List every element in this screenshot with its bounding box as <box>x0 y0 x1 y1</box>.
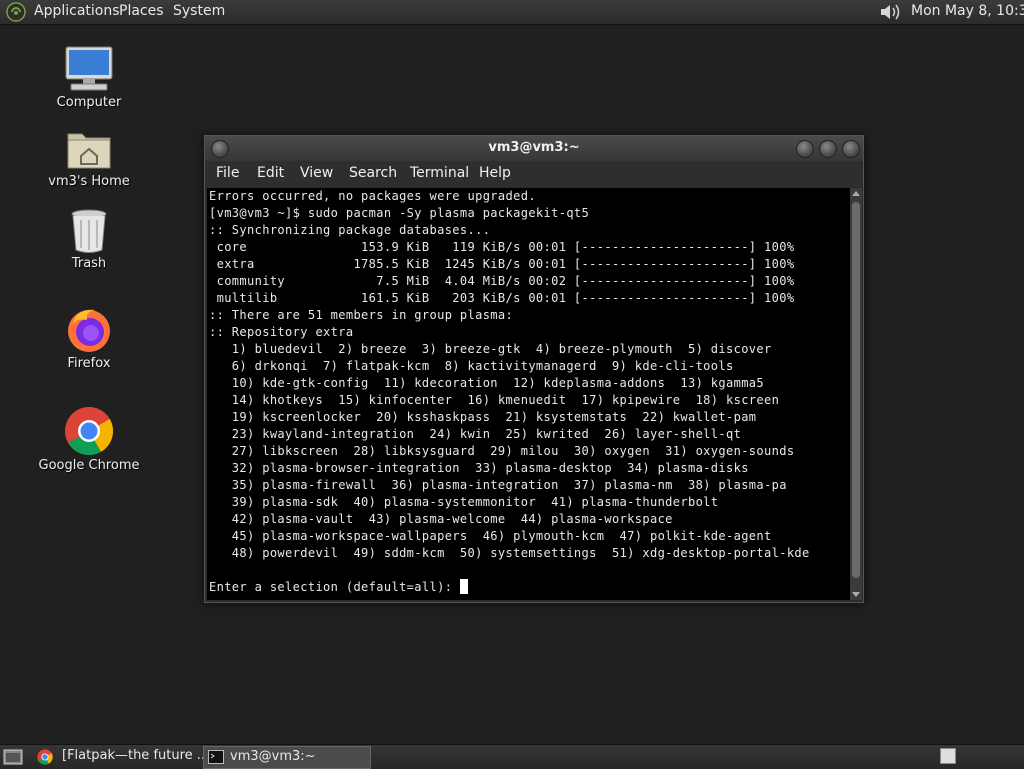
terminal-line: 32) plasma-browser-integration 33) plasm… <box>209 461 749 475</box>
terminal-line: :: There are 51 members in group plasma: <box>209 308 514 322</box>
chrome-icon <box>65 407 114 456</box>
desktop-icon-label: vm3's Home <box>48 174 130 189</box>
trash-icon <box>71 209 107 253</box>
taskbar-item-browser[interactable]: [Flatpak—the future ... <box>33 746 209 767</box>
top-panel: Applications Places System Mon May 8, 10… <box>0 0 1024 25</box>
terminal-menubar: File Edit View Search Terminal Help <box>205 161 863 187</box>
terminal-line: 48) powerdevil 49) sddm-kcm 50) systemse… <box>209 546 810 560</box>
terminal-line: Enter a selection (default=all): <box>209 580 460 594</box>
taskbar-item-label: vm3@vm3:~ <box>230 749 316 764</box>
taskbar-item-label: [Flatpak—the future ... <box>62 748 210 763</box>
menu-edit[interactable]: Edit <box>257 165 284 181</box>
distro-logo-icon[interactable] <box>6 2 26 22</box>
desktop-icon-label: Computer <box>56 95 122 110</box>
window-titlebar[interactable]: vm3@vm3:~ <box>205 136 863 161</box>
firefox-icon <box>68 309 110 352</box>
terminal-line: 42) plasma-vault 43) plasma-welcome 44) … <box>209 512 673 526</box>
desktop-icon-label: Firefox <box>67 356 111 371</box>
terminal-line: 39) plasma-sdk 40) plasma-systemmonitor … <box>209 495 719 509</box>
terminal-text: Errors occurred, no packages were upgrad… <box>207 188 850 596</box>
terminal-scrollbar[interactable] <box>850 188 862 600</box>
desktop-icon-label: Trash <box>71 256 107 271</box>
home-folder-icon <box>67 133 111 169</box>
terminal-line: 1) bluedevil 2) breeze 3) breeze-gtk 4) … <box>209 342 772 356</box>
minimize-button[interactable] <box>796 140 814 158</box>
menu-file[interactable]: File <box>216 165 239 181</box>
show-desktop-icon[interactable] <box>3 748 23 766</box>
menu-view[interactable]: View <box>300 165 333 181</box>
clock[interactable]: Mon May 8, 10:31 <box>911 3 1024 19</box>
menu-applications[interactable]: Applications <box>34 3 120 19</box>
desktop-icon-trash[interactable]: Trash <box>34 208 144 271</box>
scroll-down-arrow-icon[interactable] <box>852 592 860 597</box>
workspace-switcher[interactable] <box>940 748 956 764</box>
terminal-line: community 7.5 MiB 4.04 MiB/s 00:02 [----… <box>209 274 795 288</box>
taskbar-item-terminal[interactable]: vm3@vm3:~ <box>203 746 371 769</box>
desktop-icon-chrome[interactable]: Google Chrome <box>34 406 144 473</box>
terminal-line: 23) kwayland-integration 24) kwin 25) kw… <box>209 427 742 441</box>
menu-terminal[interactable]: Terminal <box>410 165 469 181</box>
terminal-line: extra 1785.5 KiB 1245 KiB/s 00:01 [-----… <box>209 257 795 271</box>
terminal-line: [vm3@vm3 ~]$ sudo pacman -Sy plasma pack… <box>209 206 590 220</box>
terminal-line: 19) kscreenlocker 20) ksshaskpass 21) ks… <box>209 410 757 424</box>
menu-search[interactable]: Search <box>349 165 397 181</box>
terminal-line: multilib 161.5 KiB 203 KiB/s 00:01 [----… <box>209 291 795 305</box>
menu-system[interactable]: System <box>173 3 225 19</box>
menu-places[interactable]: Places <box>119 3 164 19</box>
terminal-line: :: Repository extra <box>209 325 354 339</box>
desktop-icon-firefox[interactable]: Firefox <box>34 306 144 371</box>
bottom-panel: [Flatpak—the future ... vm3@vm3:~ <box>0 744 1024 769</box>
scroll-up-arrow-icon[interactable] <box>852 191 860 196</box>
window-title: vm3@vm3:~ <box>488 140 580 155</box>
close-button[interactable] <box>842 140 860 158</box>
terminal-line: 14) khotkeys 15) kinfocenter 16) kmenued… <box>209 393 780 407</box>
volume-icon[interactable] <box>878 2 902 22</box>
chrome-icon <box>37 749 53 765</box>
terminal-line: Errors occurred, no packages were upgrad… <box>209 189 536 203</box>
menu-help[interactable]: Help <box>479 165 511 181</box>
terminal-line: 45) plasma-workspace-wallpapers 46) plym… <box>209 529 772 543</box>
terminal-line: :: Synchronizing package databases... <box>209 223 491 237</box>
terminal-icon <box>208 750 224 764</box>
terminal-line: 35) plasma-firewall 36) plasma-integrati… <box>209 478 787 492</box>
terminal-window[interactable]: vm3@vm3:~ File Edit View Search Terminal… <box>204 135 864 603</box>
desktop-icon-label: Google Chrome <box>38 458 140 473</box>
text-cursor <box>459 579 468 594</box>
maximize-button[interactable] <box>819 140 837 158</box>
terminal-line: 27) libkscreen 28) libksysguard 29) milo… <box>209 444 795 458</box>
desktop-icon-computer[interactable]: Computer <box>34 45 144 110</box>
terminal-output[interactable]: Errors occurred, no packages were upgrad… <box>207 188 850 600</box>
desktop-icon-home[interactable]: vm3's Home <box>34 128 144 189</box>
computer-icon <box>65 46 113 91</box>
terminal-line: core 153.9 KiB 119 KiB/s 00:01 [--------… <box>209 240 795 254</box>
scrollbar-thumb[interactable] <box>852 202 860 578</box>
terminal-line: 6) drkonqi 7) flatpak-kcm 8) kactivityma… <box>209 359 734 373</box>
terminal-line: 10) kde-gtk-config 11) kdecoration 12) k… <box>209 376 765 390</box>
